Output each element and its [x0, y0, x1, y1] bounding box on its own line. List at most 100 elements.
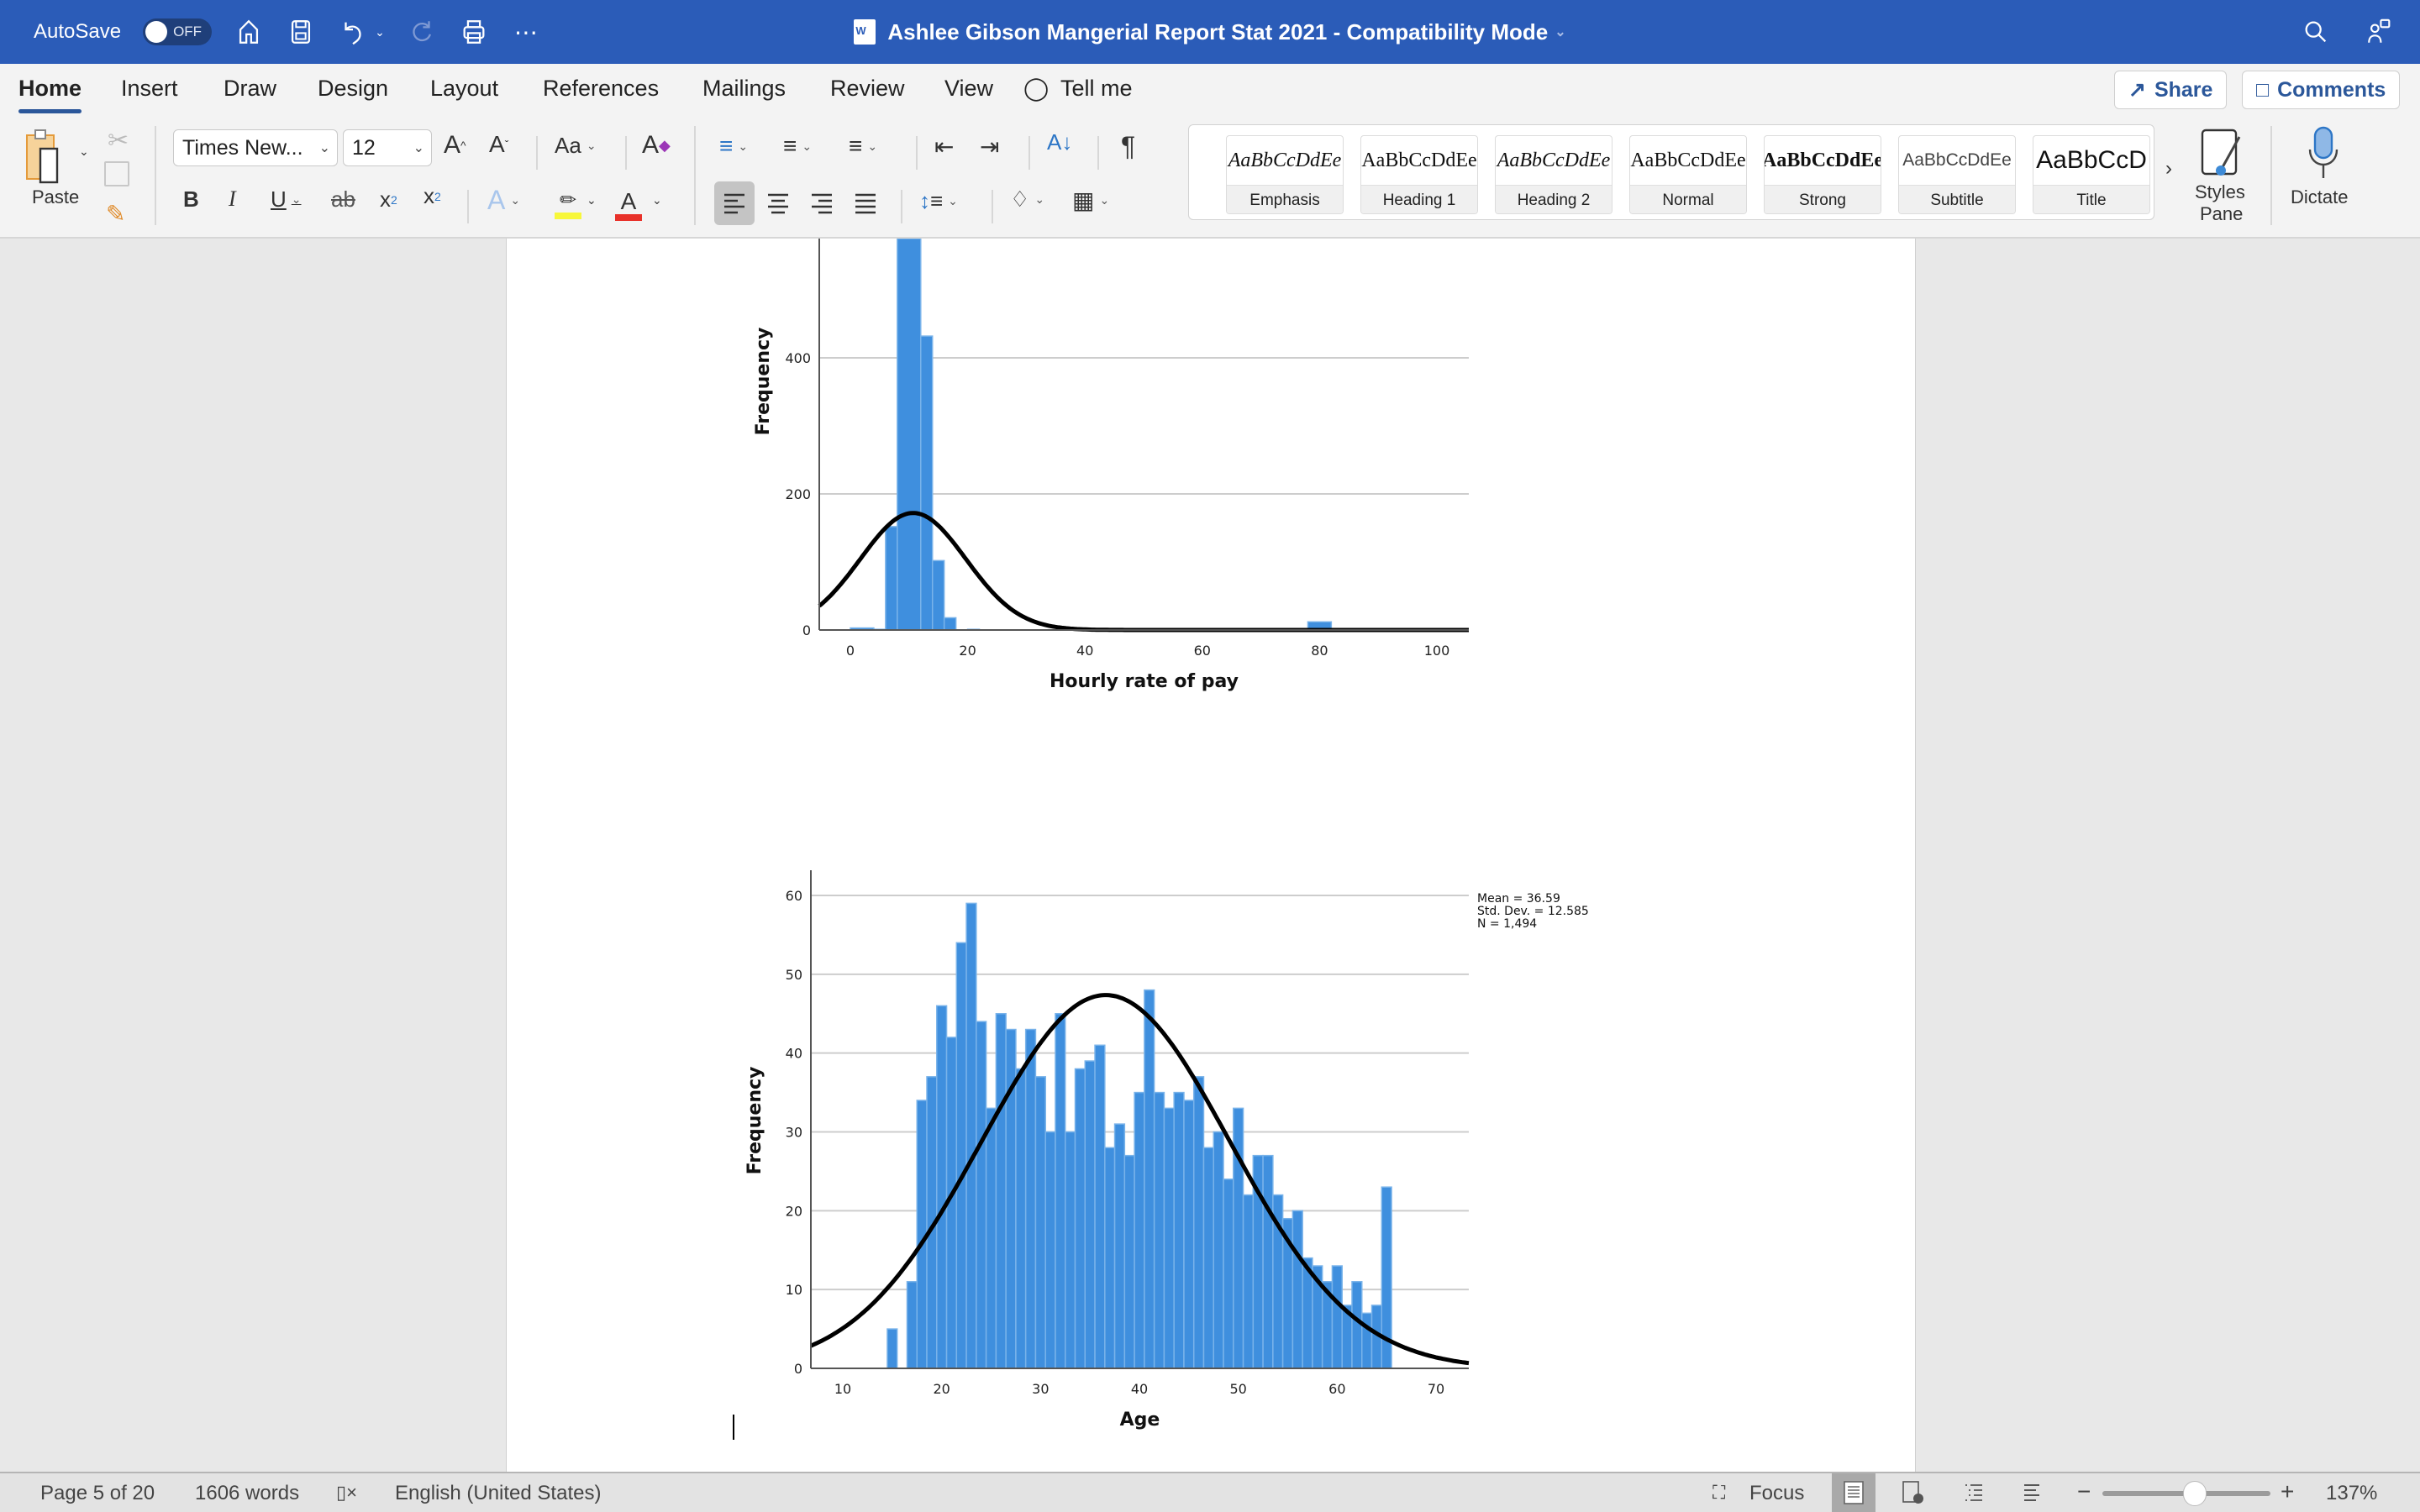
- bullets-icon[interactable]: ≡ ⌄: [719, 133, 748, 160]
- styles-pane-icon[interactable]: [2196, 126, 2247, 180]
- align-right-button[interactable]: [805, 181, 839, 225]
- cut-icon[interactable]: ✂: [108, 126, 129, 155]
- subscript-button[interactable]: x2: [380, 186, 397, 213]
- paste-dropdown-icon[interactable]: ⌄: [79, 144, 89, 159]
- align-left-button[interactable]: [714, 181, 755, 225]
- histogram-bar: [1074, 1068, 1086, 1369]
- strikethrough-button[interactable]: ab: [331, 186, 355, 213]
- increase-indent-icon[interactable]: ⇥: [980, 133, 999, 160]
- styles-pane-label-1: Styles: [2195, 181, 2245, 202]
- autosave-toggle[interactable]: OFF: [143, 18, 213, 45]
- proofing-icon[interactable]: ▯×: [336, 1482, 357, 1504]
- zoom-level[interactable]: 137%: [2326, 1482, 2377, 1505]
- print-layout-view-button[interactable]: [1832, 1473, 1876, 1512]
- numbering-icon[interactable]: ≡ ⌄: [783, 133, 812, 160]
- font-color-button[interactable]: A: [613, 185, 644, 225]
- word-count[interactable]: 1606 words: [195, 1482, 299, 1505]
- font-color-a-icon: A: [620, 188, 637, 214]
- style-title[interactable]: AaBbCcD Title: [2033, 135, 2150, 214]
- zoom-slider-thumb[interactable]: [2183, 1481, 2207, 1506]
- style-preview: AaBbCcDdEe: [1497, 149, 1611, 171]
- tab-draw[interactable]: Draw: [224, 76, 276, 102]
- justify-button[interactable]: [849, 181, 882, 225]
- histogram-bar: [1034, 1076, 1046, 1369]
- tab-review[interactable]: Review: [830, 76, 905, 102]
- y-tick-label: 20: [786, 1203, 802, 1219]
- shading-icon[interactable]: ♢ ⌄: [1010, 186, 1044, 213]
- tell-me-search[interactable]: Tell me: [1060, 76, 1133, 102]
- separator: [916, 136, 918, 170]
- text-effects-icon[interactable]: A ⌄: [487, 185, 520, 216]
- home-icon[interactable]: [234, 17, 264, 47]
- zoom-out-button[interactable]: −: [2077, 1478, 2091, 1505]
- copy-icon[interactable]: [104, 161, 129, 186]
- print-icon[interactable]: [459, 17, 489, 47]
- language[interactable]: English (United States): [395, 1482, 601, 1505]
- highlight-dropdown-icon[interactable]: ⌄: [587, 193, 597, 207]
- style-subtitle[interactable]: AaBbCcDdEe Subtitle: [1898, 135, 2016, 214]
- focus-label[interactable]: Focus: [1749, 1482, 1804, 1505]
- web-layout-view-button[interactable]: [1891, 1473, 1934, 1512]
- share-button[interactable]: ↗ Share: [2114, 71, 2228, 109]
- italic-button[interactable]: I: [229, 186, 236, 212]
- draft-view-button[interactable]: [2010, 1473, 2054, 1512]
- decrease-indent-icon[interactable]: ⇤: [934, 133, 954, 160]
- gallery-next-chevron-icon[interactable]: ›: [2165, 157, 2172, 181]
- borders-icon[interactable]: ▦ ⌄: [1072, 186, 1109, 214]
- style-heading-1[interactable]: AaBbCcDdEe Heading 1: [1360, 135, 1478, 214]
- superscript-button[interactable]: x2: [424, 183, 441, 209]
- tab-view[interactable]: View: [944, 76, 993, 102]
- style-strong[interactable]: AaBbCcDdEe Strong: [1764, 135, 1881, 214]
- grow-font-icon[interactable]: A ^: [444, 131, 466, 160]
- comments-button[interactable]: □ Comments: [2242, 71, 2401, 109]
- shrink-font-icon[interactable]: Aˇ: [489, 131, 508, 158]
- undo-icon[interactable]: [338, 17, 368, 47]
- undo-dropdown-icon[interactable]: ⌄: [375, 25, 385, 39]
- change-case-button[interactable]: Aa ⌄: [555, 133, 597, 159]
- title-chevron-down-icon[interactable]: ⌄: [1555, 24, 1565, 40]
- paste-icon[interactable]: [24, 128, 71, 185]
- highlight-color-button[interactable]: ✏: [550, 185, 587, 222]
- underline-button[interactable]: U ⌄: [271, 186, 302, 213]
- more-icon[interactable]: ⋯: [511, 17, 541, 47]
- share-people-icon[interactable]: [2365, 17, 2395, 47]
- histogram-bar: [1144, 989, 1155, 1369]
- font-color-dropdown-icon[interactable]: ⌄: [652, 193, 662, 207]
- histogram-bar: [1134, 1091, 1145, 1369]
- font-name-combo[interactable]: Times New... ⌄: [173, 129, 338, 166]
- share-label: Share: [2154, 77, 2213, 102]
- zoom-in-button[interactable]: +: [2281, 1478, 2294, 1505]
- multilevel-list-icon[interactable]: ≡ ⌄: [849, 133, 877, 160]
- x-tick-label: 20: [933, 1381, 950, 1397]
- format-painter-icon[interactable]: ✎: [106, 200, 125, 228]
- histogram-bar: [897, 239, 922, 631]
- line-spacing-icon[interactable]: ↕ ≡ ⌄: [919, 188, 958, 214]
- focus-icon[interactable]: ⛶: [1712, 1482, 1725, 1504]
- sort-icon[interactable]: A↓: [1047, 129, 1072, 155]
- bold-button[interactable]: B: [183, 186, 199, 213]
- tab-references[interactable]: References: [543, 76, 659, 102]
- style-heading-2[interactable]: AaBbCcDdEe Heading 2: [1495, 135, 1612, 214]
- tab-design[interactable]: Design: [318, 76, 388, 102]
- x-tick-label: 100: [1424, 643, 1450, 659]
- tab-mailings[interactable]: Mailings: [702, 76, 786, 102]
- align-center-icon: [768, 193, 788, 214]
- style-label: Emphasis: [1227, 185, 1343, 213]
- page-count[interactable]: Page 5 of 20: [40, 1482, 155, 1505]
- outline-view-button[interactable]: [1951, 1473, 1995, 1512]
- font-size-combo[interactable]: 12 ⌄: [343, 129, 432, 166]
- clear-formatting-icon[interactable]: A ◆: [642, 131, 671, 160]
- show-paragraph-marks-icon[interactable]: ¶: [1121, 131, 1135, 162]
- redo-icon[interactable]: [407, 17, 437, 47]
- align-center-button[interactable]: [761, 181, 795, 225]
- tab-insert[interactable]: Insert: [121, 76, 178, 102]
- save-icon[interactable]: [286, 17, 316, 47]
- search-icon[interactable]: [2301, 17, 2331, 47]
- style-emphasis[interactable]: AaBbCcDdEe Emphasis: [1226, 135, 1344, 214]
- histogram-bar: [1065, 1131, 1076, 1369]
- style-normal[interactable]: AaBbCcDdEe Normal: [1629, 135, 1747, 214]
- tab-home[interactable]: Home: [18, 76, 82, 113]
- y-tick-label: 30: [786, 1125, 802, 1141]
- dictate-microphone-icon[interactable]: [2302, 124, 2344, 181]
- tab-layout[interactable]: Layout: [430, 76, 498, 102]
